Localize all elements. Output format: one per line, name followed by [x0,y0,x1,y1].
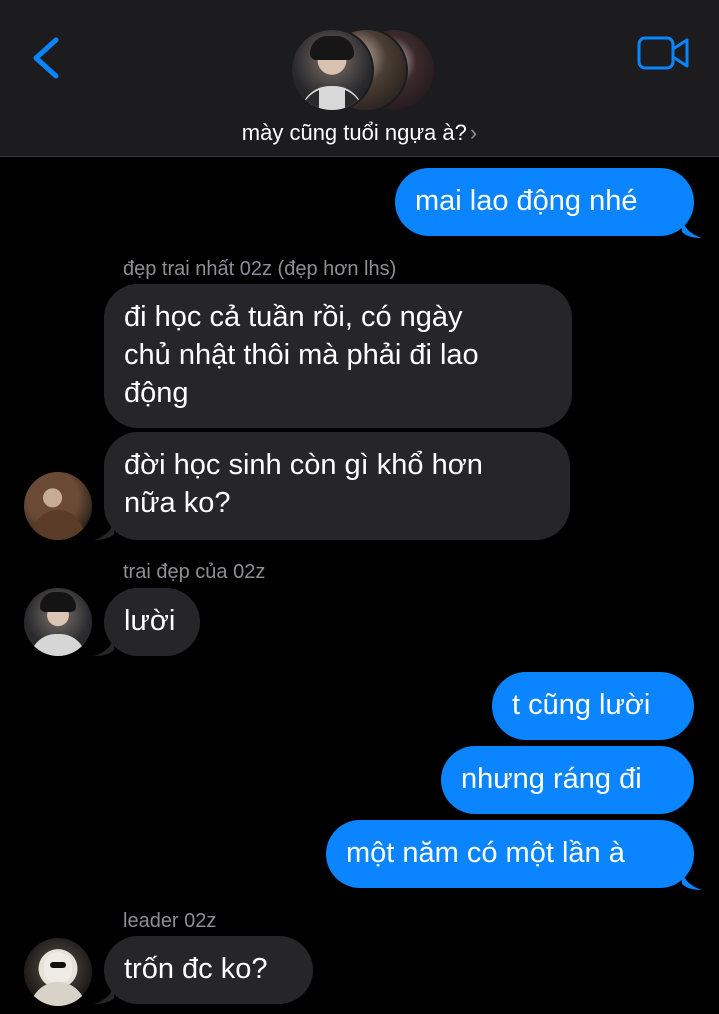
message-line: đi học cả tuần rồi, có ngày [124,301,463,333]
incoming-message[interactable]: đi học cả tuần rồi, có ngày chủ nhật thô… [104,284,572,428]
message-line: nữa ko? [124,487,231,519]
message-text: mai lao động nhé [415,185,638,217]
outgoing-message[interactable]: một năm có một lần à [326,820,694,888]
incoming-message[interactable]: lười [104,588,200,656]
sender-avatar[interactable] [24,938,92,1006]
group-avatar[interactable] [290,28,440,112]
chevron-left-icon [33,37,59,79]
bubble-tail [682,218,702,238]
bubble-tail [94,520,114,540]
bubble-tail [94,984,114,1004]
chat-header: mày cũng tuổi ngựa à? › [0,0,719,157]
message-text: một năm có một lần à [346,837,625,869]
outgoing-message[interactable]: mai lao động nhé [395,168,694,236]
chevron-right-icon: › [469,120,478,145]
bubble-tail [94,636,114,656]
video-camera-icon [637,36,689,70]
message-line: động [124,377,189,409]
outgoing-message[interactable]: nhưng ráng đi [441,746,694,814]
sender-name: leader 02z [123,910,217,932]
member-avatar [290,28,374,112]
sender-avatar[interactable] [24,472,92,540]
back-button[interactable] [24,30,68,86]
outgoing-message[interactable]: t cũng lười [492,672,694,740]
incoming-message[interactable]: đời học sinh còn gì khổ hơn nữa ko? [104,432,570,540]
message-text: trốn đc ko? [124,953,268,985]
message-text: t cũng lười [512,689,651,721]
message-text: lười [124,605,176,637]
chat-title: mày cũng tuổi ngựa à? [241,120,467,145]
incoming-message[interactable]: trốn đc ko? [104,936,313,1004]
message-line: chủ nhật thôi mà phải đi lao [124,339,479,371]
message-text: nhưng ráng đi [461,763,642,795]
chat-title-button[interactable]: mày cũng tuổi ngựa à? › [0,118,719,148]
bubble-tail [682,870,702,890]
sender-name: đẹp trai nhất 02z (đẹp hơn lhs) [123,258,397,280]
sender-name: trai đẹp của 02z [123,561,266,583]
video-call-button[interactable] [636,34,692,72]
sender-avatar[interactable] [24,588,92,656]
message-line: đời học sinh còn gì khổ hơn [124,449,483,481]
